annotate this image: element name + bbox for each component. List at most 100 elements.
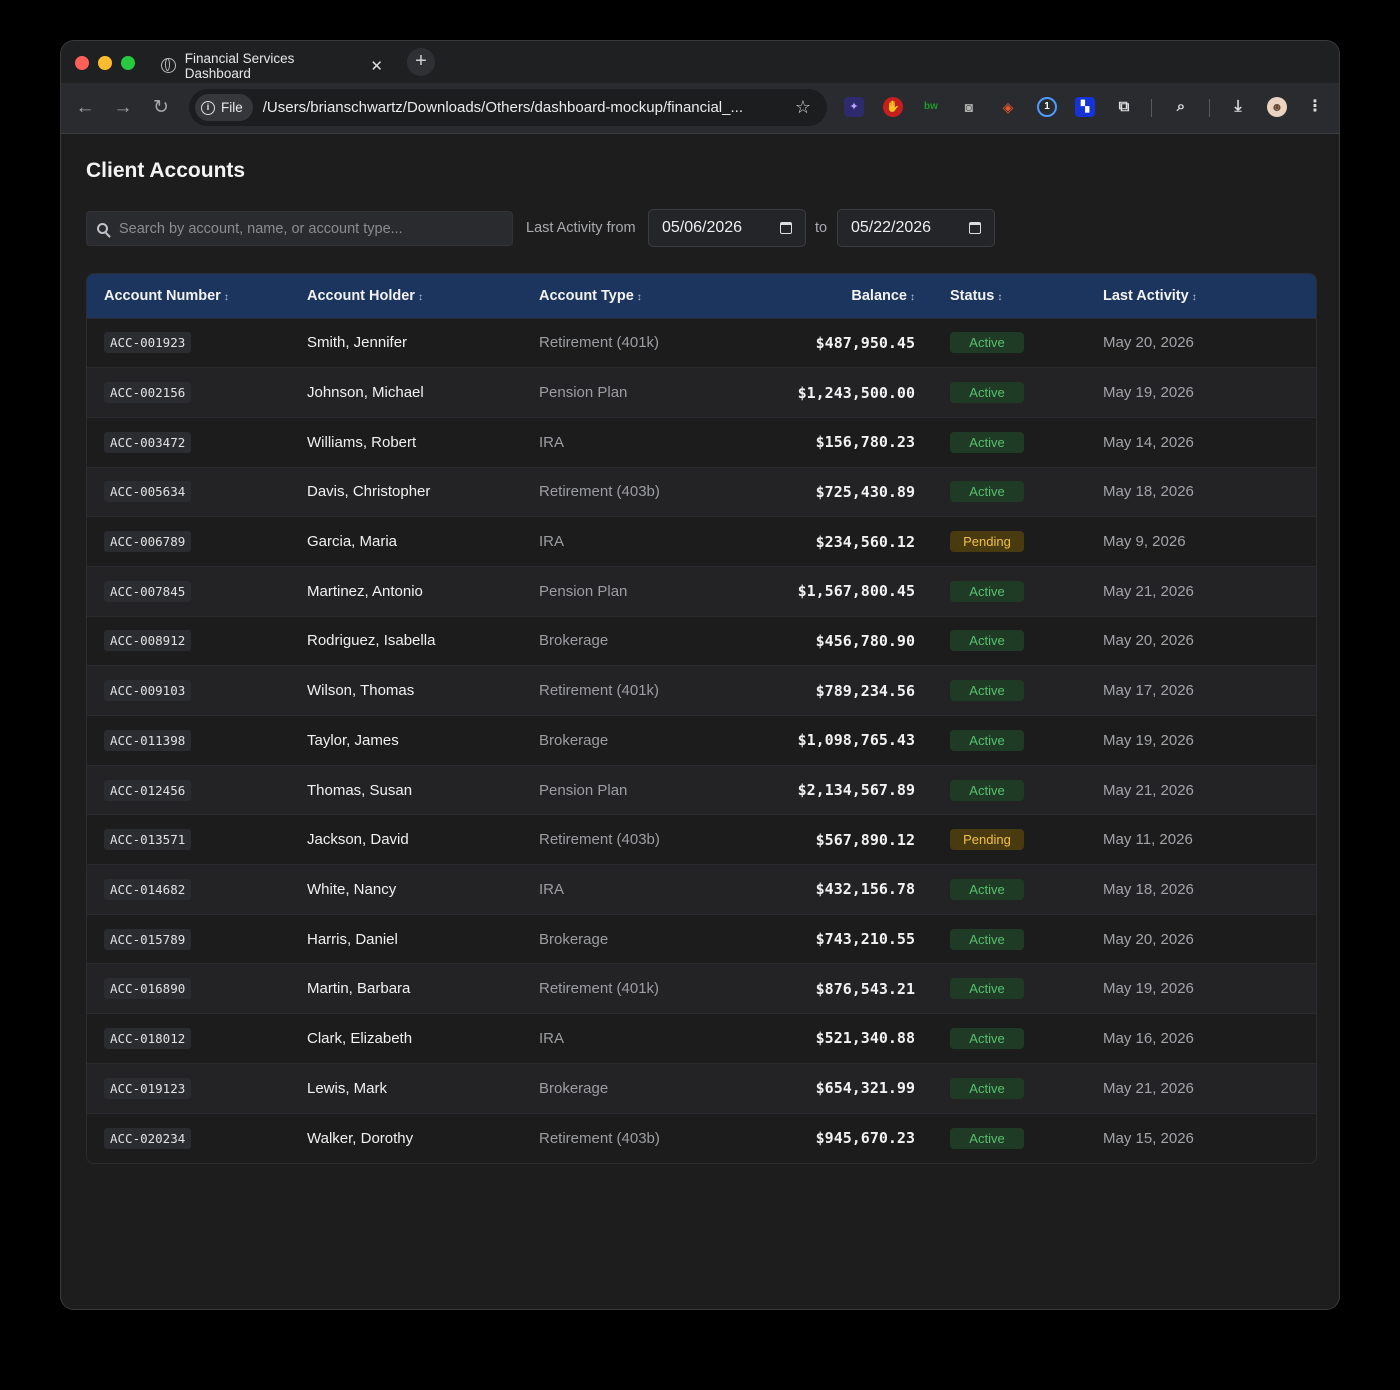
balance: $945,670.23 <box>815 1129 915 1148</box>
table-row[interactable]: ACC-012456 Thomas, Susan Pension Plan $2,13… <box>87 765 1316 815</box>
balance: $456,780.90 <box>815 631 915 650</box>
account-holder: Walker, Dorothy <box>307 1129 414 1147</box>
table-row[interactable]: ACC-014682 White, Nancy IRA $432,156.78 Acti… <box>87 864 1316 915</box>
account-type: IRA <box>539 1029 565 1047</box>
column-header-account-number[interactable]: Account Number ↕ <box>87 274 307 318</box>
table-row[interactable]: ACC-006789 Garcia, Maria IRA $234,560.12 Pen… <box>87 516 1316 567</box>
column-header-status[interactable]: Status ↕ <box>950 274 1103 318</box>
url-text[interactable]: /Users/brianschwartz/Downloads/Others/da… <box>263 99 743 116</box>
account-number-cell: ACC-008912 <box>87 616 307 666</box>
extension-camera-icon[interactable]: ◙ <box>959 97 979 117</box>
account-number-cell: ACC-016890 <box>87 964 307 1014</box>
window-controls <box>75 56 135 70</box>
balance: $725,430.89 <box>815 482 915 501</box>
table-row[interactable]: ACC-005634 Davis, Christopher Retirement (… <box>87 467 1316 517</box>
extension-password-icon[interactable]: 1 <box>1037 97 1057 117</box>
extension-layers-icon[interactable]: ◈ <box>998 97 1018 117</box>
status-cell: Active <box>950 566 1103 616</box>
sort-icon: ↕ <box>1191 291 1197 303</box>
table-row[interactable]: ACC-019123 Lewis, Mark Brokerage $654,321.9… <box>87 1063 1316 1113</box>
status-badge: Active <box>950 431 1024 453</box>
date-to-input[interactable]: 05/22/2026 <box>837 209 995 247</box>
new-tab-button[interactable]: + <box>407 48 435 76</box>
account-number-cell: ACC-009103 <box>87 666 307 716</box>
account-holder: Wilson, Thomas <box>307 682 415 700</box>
status-badge: Active <box>950 928 1024 950</box>
last-activity: May 20, 2026 <box>1103 930 1194 948</box>
date-from-input[interactable]: 05/06/2026 <box>648 209 806 247</box>
account-holder: Thomas, Susan <box>307 781 413 799</box>
account-holder: Johnson, Michael <box>307 384 424 402</box>
calendar-icon[interactable] <box>969 222 981 234</box>
column-header-balance[interactable]: Balance ↕ <box>754 274 950 318</box>
extension-bw-icon[interactable]: bw <box>921 97 941 117</box>
tab-search-icon[interactable]: ⌕ <box>1171 97 1191 117</box>
back-button[interactable]: ← <box>73 96 97 120</box>
account-type: Brokerage <box>539 930 609 948</box>
download-icon[interactable]: ⤓ <box>1228 97 1248 117</box>
table-row[interactable]: ACC-002156 Johnson, Michael Pension Plan $1… <box>87 367 1316 418</box>
toolbar-separator <box>1151 99 1152 117</box>
search-icon <box>97 223 108 234</box>
balance: $567,890.12 <box>815 830 915 849</box>
account-holder: Jackson, David <box>307 831 409 849</box>
balance: $876,543.21 <box>815 979 915 998</box>
account-number: ACC-001923 <box>104 332 192 354</box>
address-bar[interactable]: i File /Users/brianschwartz/Downloads/Ot… <box>189 89 827 126</box>
account-number: ACC-011398 <box>104 729 192 751</box>
calendar-icon[interactable] <box>780 222 792 234</box>
column-header-account-type[interactable]: Account Type ↕ <box>539 274 754 318</box>
account-holder: Lewis, Mark <box>307 1079 388 1097</box>
table-row[interactable]: ACC-020234 Walker, Dorothy Retirement (403… <box>87 1113 1316 1163</box>
minimize-window-button[interactable] <box>98 56 112 70</box>
extension-purple-icon[interactable]: ✦ <box>844 97 864 117</box>
site-info-chip[interactable]: i File <box>195 94 253 121</box>
account-type: Pension Plan <box>539 582 628 600</box>
table-row[interactable]: ACC-013571 Jackson, David Retirement (403b… <box>87 814 1316 865</box>
account-holder: White, Nancy <box>307 880 397 898</box>
tab-close-icon[interactable]: ✕ <box>370 57 383 75</box>
balance: $521,340.88 <box>815 1029 915 1048</box>
table-row[interactable]: ACC-015789 Harris, Daniel Brokerage $743,21… <box>87 914 1316 964</box>
extensions-puzzle-icon[interactable]: ⧉ <box>1114 97 1134 117</box>
search-box[interactable] <box>86 211 513 246</box>
table-row[interactable]: ACC-003472 Williams, Robert IRA $156,780.23… <box>87 417 1316 468</box>
extension-hand-icon[interactable]: ✋ <box>883 97 903 117</box>
table-row[interactable]: ACC-008912 Rodriguez, Isabella Brokerage $4… <box>87 616 1316 666</box>
column-header-last-activity[interactable]: Last Activity ↕ <box>1103 274 1316 318</box>
table-row[interactable]: ACC-018012 Clark, Elizabeth IRA $521,340.88… <box>87 1013 1316 1064</box>
table-row[interactable]: ACC-009103 Wilson, Thomas Retirement (401k… <box>87 665 1316 716</box>
account-number: ACC-003472 <box>104 431 192 453</box>
balance: $487,950.45 <box>815 333 915 352</box>
last-activity: May 17, 2026 <box>1103 682 1194 700</box>
search-input[interactable] <box>117 219 501 238</box>
column-header-account-holder[interactable]: Account Holder ↕ <box>307 274 539 318</box>
last-activity: May 21, 2026 <box>1103 781 1194 799</box>
maximize-window-button[interactable] <box>121 56 135 70</box>
browser-menu-icon[interactable]: ⋮ <box>1305 97 1325 117</box>
bookmark-star-icon[interactable]: ☆ <box>795 97 811 118</box>
table-row[interactable]: ACC-011398 Taylor, James Brokerage $1,098,7… <box>87 715 1316 766</box>
account-number-cell: ACC-003472 <box>87 417 307 467</box>
last-activity: May 19, 2026 <box>1103 384 1194 402</box>
reload-button[interactable]: ↻ <box>149 96 173 120</box>
table-row[interactable]: ACC-016890 Martin, Barbara Retirement (401… <box>87 963 1316 1014</box>
account-type: Pension Plan <box>539 384 628 402</box>
table-row[interactable]: ACC-007845 Martinez, Antonio Pension Plan $… <box>87 566 1316 617</box>
close-window-button[interactable] <box>75 56 89 70</box>
date-to-label: to <box>815 220 828 236</box>
last-activity: May 11, 2026 <box>1103 831 1193 849</box>
forward-button[interactable]: → <box>111 96 135 120</box>
account-type: Pension Plan <box>539 781 628 799</box>
profile-avatar[interactable]: ☻ <box>1267 97 1287 117</box>
account-number: ACC-009103 <box>104 680 192 702</box>
account-number: ACC-002156 <box>104 382 192 404</box>
date-to-value: 05/22/2026 <box>851 219 932 236</box>
account-type: Brokerage <box>539 731 609 749</box>
table-row[interactable]: ACC-001923 Smith, Jennifer Retirement (401… <box>87 318 1316 368</box>
extension-blue-square-icon[interactable]: ▚ <box>1075 97 1095 117</box>
last-activity: May 19, 2026 <box>1103 731 1194 749</box>
status-cell: Active <box>950 318 1103 368</box>
browser-tab[interactable]: Financial Services Dashboard ✕ <box>149 48 395 83</box>
status-badge: Active <box>950 779 1024 801</box>
